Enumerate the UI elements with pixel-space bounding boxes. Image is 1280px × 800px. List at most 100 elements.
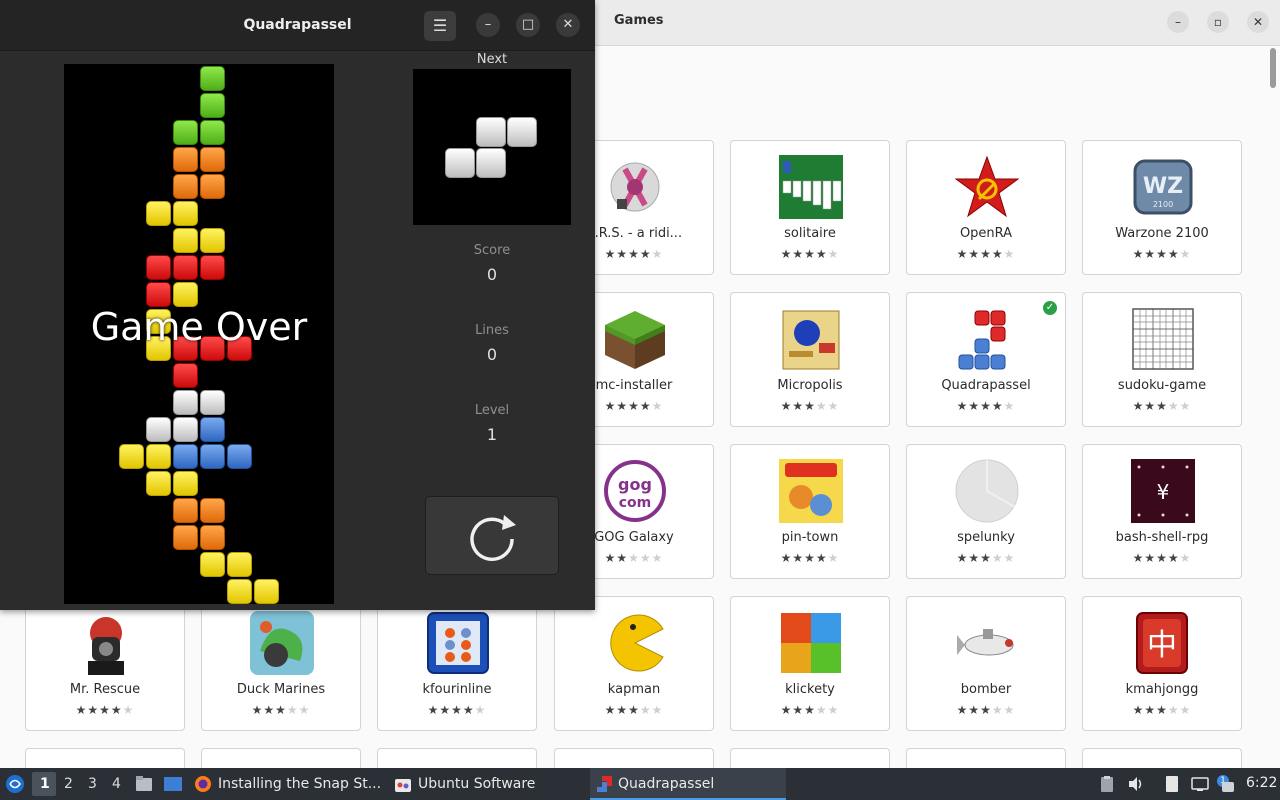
klickety-icon	[779, 611, 843, 675]
block	[200, 525, 225, 550]
block	[146, 255, 171, 280]
game-tile[interactable]	[1082, 748, 1242, 768]
lines-label: Lines	[475, 323, 509, 338]
rating-stars: ★★★★★	[1132, 399, 1192, 413]
game-tile-name: Quadrapassel	[941, 378, 1031, 393]
block	[173, 255, 198, 280]
taskbar-item-quadrapassel[interactable]: Quadrapassel	[590, 768, 786, 800]
level-value: 1	[486, 425, 498, 444]
game-tile-name: Mr. Rescue	[69, 682, 141, 697]
start-menu-icon[interactable]	[5, 774, 25, 794]
minimize-button[interactable]: –	[476, 13, 500, 37]
rating-stars: ★★★★★	[1132, 703, 1192, 717]
notification-panel-shape	[1222, 782, 1234, 792]
clipboard-icon[interactable]	[1098, 775, 1116, 793]
quadrapassel-icon	[597, 776, 612, 792]
rating-stars: ★★★★★	[780, 551, 840, 565]
game-tile[interactable]: ✓ Quadrapassel ★★★★★	[906, 292, 1066, 427]
taskbar-item-label: Ubuntu Software	[418, 776, 536, 792]
game-tile[interactable]: solitaire ★★★★★	[730, 140, 890, 275]
block	[200, 93, 225, 118]
clock[interactable]: 6:22	[1246, 775, 1277, 791]
score-label: Score	[473, 243, 511, 258]
game-tile-name: sudoku-game	[1117, 378, 1207, 393]
file-manager-icon[interactable]	[135, 775, 153, 793]
quadrapassel-icon	[955, 307, 1019, 371]
taskbar-item-firefox[interactable]: Installing the Snap St...	[192, 768, 382, 800]
game-tile[interactable]	[554, 748, 714, 768]
block	[146, 201, 171, 226]
sudoku-icon	[1131, 307, 1195, 371]
block	[173, 471, 198, 496]
block	[173, 390, 198, 415]
games-minimize-button[interactable]: –	[1167, 11, 1189, 33]
workspace-3[interactable]: 3	[88, 776, 97, 792]
game-tile[interactable]: 中 kmahjongg ★★★★★	[1082, 596, 1242, 731]
game-tile[interactable]: Duck Marines ★★★★★	[201, 596, 361, 731]
game-tile[interactable]: Mr. Rescue ★★★★★	[25, 596, 185, 731]
next-piece-preview	[413, 69, 571, 225]
rating-stars: ★★★★★	[1132, 551, 1192, 565]
game-tile[interactable]	[377, 748, 537, 768]
game-tile[interactable]: OpenRA ★★★★★	[906, 140, 1066, 275]
kapman-icon	[603, 611, 667, 675]
game-tile[interactable]	[201, 748, 361, 768]
svg-text:2100: 2100	[1153, 200, 1173, 209]
software-icon	[395, 779, 411, 792]
game-tile[interactable]: klickety ★★★★★	[730, 596, 890, 731]
rating-stars: ★★★★★	[604, 703, 664, 717]
block	[146, 282, 171, 307]
game-tile[interactable]: kfourinline ★★★★★	[377, 596, 537, 731]
game-tile-name: kapman	[607, 682, 661, 697]
game-over-text: Game Over	[90, 305, 308, 349]
game-tile[interactable]: ¥ bash-shell-rpg ★★★★★	[1082, 444, 1242, 579]
game-tile[interactable]	[25, 748, 185, 768]
show-desktop-icon[interactable]	[163, 775, 183, 793]
new-game-button[interactable]	[425, 496, 559, 575]
block	[146, 417, 171, 442]
game-tile[interactable]: Micropolis ★★★★★	[730, 292, 890, 427]
rating-stars: ★★★★★	[780, 399, 840, 413]
rating-stars: ★★★★★	[956, 247, 1016, 261]
volume-icon[interactable]	[1127, 775, 1145, 793]
game-tile[interactable]: sudoku-game ★★★★★	[1082, 292, 1242, 427]
block	[146, 444, 171, 469]
close-button[interactable]: ✕	[556, 13, 580, 37]
games-close-button[interactable]: ✕	[1247, 11, 1269, 33]
game-tile-name: bomber	[960, 682, 1012, 697]
hamburger-menu-icon[interactable]: ☰	[424, 11, 456, 41]
workspace-2[interactable]: 2	[64, 776, 73, 792]
network-icon[interactable]	[1191, 775, 1209, 793]
game-tile[interactable]: pin-town ★★★★★	[730, 444, 890, 579]
game-tile-name: kmahjongg	[1125, 682, 1199, 697]
games-scrollbar[interactable]	[1270, 48, 1276, 88]
game-tile[interactable]: bomber ★★★★★	[906, 596, 1066, 731]
game-tile-name: spelunky	[957, 530, 1015, 545]
workspace-1[interactable]: 1	[40, 776, 50, 792]
games-maximize-button[interactable]: ▫	[1207, 11, 1229, 33]
maximize-button[interactable]: □	[516, 13, 540, 37]
taskbar-item-software[interactable]: Ubuntu Software	[392, 768, 582, 800]
games-window-title: Games	[614, 13, 664, 28]
block	[200, 552, 225, 577]
workspace-4[interactable]: 4	[112, 776, 121, 792]
next-block	[476, 117, 506, 147]
block	[173, 498, 198, 523]
game-tile[interactable]	[730, 748, 890, 768]
game-tile[interactable]	[906, 748, 1066, 768]
rating-stars: ★★★★★	[75, 703, 135, 717]
score-value: 0	[486, 265, 498, 284]
taskbar-item-label: Quadrapassel	[618, 776, 715, 792]
pin-town-icon	[779, 459, 843, 523]
svg-text:¥: ¥	[1157, 480, 1170, 504]
files-icon[interactable]	[1163, 775, 1181, 793]
game-tile[interactable]: WZ 2100 Warzone 2100 ★★★★★	[1082, 140, 1242, 275]
next-block	[476, 148, 506, 178]
mr-rescue-icon	[74, 611, 138, 675]
quadrapassel-title: Quadrapassel	[243, 17, 352, 33]
game-tile[interactable]: spelunky ★★★★★	[906, 444, 1066, 579]
notifications-icon[interactable]: 1	[1216, 774, 1236, 794]
game-tile[interactable]: kapman ★★★★★	[554, 596, 714, 731]
game-tile-name: Warzone 2100	[1115, 226, 1209, 241]
firefox-icon	[195, 776, 211, 792]
